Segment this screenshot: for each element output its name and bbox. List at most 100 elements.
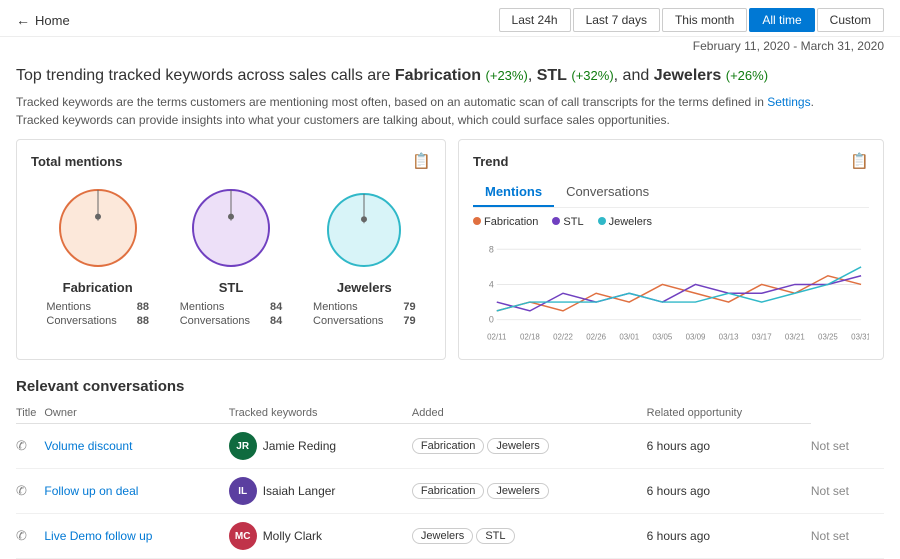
copy-icon-mentions[interactable]: 📋 — [412, 152, 431, 170]
trend-title: Trend — [473, 154, 508, 169]
trend-chart: 0 4 8 02/11 02/18 02/22 02/26 03/01 03/05 03/09 03… — [473, 234, 869, 344]
back-label: Home — [35, 13, 70, 28]
svg-text:02/18: 02/18 — [520, 333, 540, 342]
conversation-title[interactable]: Live Demo follow up — [44, 514, 228, 559]
svg-text:03/31: 03/31 — [851, 333, 869, 342]
keyword-1-change: (+23%) — [486, 68, 528, 83]
settings-link[interactable]: Settings — [767, 95, 810, 109]
legend-item: STL — [552, 216, 583, 228]
copy-icon-trend[interactable]: 📋 — [850, 152, 869, 170]
related-opportunity: Not set — [811, 469, 884, 514]
conversation-title[interactable]: Volume discount — [44, 424, 228, 469]
owner-name: Molly Clark — [263, 529, 322, 543]
trend-tab[interactable]: Mentions — [473, 180, 554, 207]
summary-prefix: Top trending tracked keywords across sal… — [16, 67, 395, 84]
conversations-title: Relevant conversations — [16, 378, 884, 395]
trend-panel: Trend 📋 MentionsConversations Fabricatio… — [458, 139, 884, 360]
keyword-3: Jewelers — [654, 67, 722, 84]
added-time: 6 hours ago — [647, 514, 811, 559]
svg-text:03/09: 03/09 — [686, 333, 706, 342]
circle-name: Jewelers — [337, 280, 392, 295]
svg-text:4: 4 — [489, 280, 494, 290]
circle-svg — [183, 180, 279, 276]
svg-text:03/05: 03/05 — [652, 333, 672, 342]
back-link[interactable]: ← Home — [16, 12, 70, 28]
trend-tab[interactable]: Conversations — [554, 180, 661, 207]
owner-cell: IL Isaiah Langer — [229, 477, 404, 505]
legend-dot — [473, 217, 481, 225]
legend-item: Fabrication — [473, 216, 538, 228]
time-filters: Last 24hLast 7 daysThis monthAll timeCus… — [499, 8, 884, 32]
keyword-1: Fabrication — [395, 67, 481, 84]
legend-item: Jewelers — [598, 216, 652, 228]
tracked-keywords-cell: JewelersSTL — [412, 514, 647, 559]
table-row: ✆ Follow up on deal IL Isaiah Langer Fabr… — [16, 469, 884, 514]
time-filter-btn[interactable]: Custom — [817, 8, 884, 32]
table-row: ✆ Live Demo follow up MC Molly Clark Jewe… — [16, 514, 884, 559]
time-filter-btn[interactable]: Last 24h — [499, 8, 571, 32]
keyword-tag: STL — [476, 528, 514, 544]
summary-desc: Tracked keywords are the terms customers… — [16, 93, 884, 129]
circle-item: STL Mentions84 Conversations84 — [178, 180, 285, 329]
desc-line1: Tracked keywords are the terms customers… — [16, 95, 767, 109]
avatar: JR — [229, 432, 257, 460]
related-opportunity: Not set — [811, 514, 884, 559]
owner-name: Isaiah Langer — [263, 484, 336, 498]
table-row: ✆ Volume discount JR Jamie Reding Fabrica… — [16, 424, 884, 469]
keyword-2-change: (+32%) — [571, 68, 613, 83]
circle-stats: Mentions88 Conversations88 — [44, 299, 151, 329]
tracked-keywords-cell: FabricationJewelers — [412, 424, 647, 469]
comma-2: , and — [614, 67, 654, 84]
keyword-tag: Jewelers — [487, 438, 548, 454]
circle-svg — [50, 180, 146, 276]
time-filter-btn[interactable]: This month — [662, 8, 747, 32]
circles-row: Fabrication Mentions88 Conversations88 S… — [31, 180, 431, 329]
circle-item: Fabrication Mentions88 Conversations88 — [44, 180, 151, 329]
svg-text:03/21: 03/21 — [785, 333, 805, 342]
conversations-section: Relevant conversations TitleOwnerTracked… — [0, 370, 900, 559]
total-mentions-panel: Total mentions 📋 Fabrication Mentions88 … — [16, 139, 446, 360]
circle-item: Jewelers Mentions79 Conversations79 — [311, 184, 418, 329]
circle-name: STL — [219, 280, 244, 295]
summary-title: Top trending tracked keywords across sal… — [16, 65, 884, 87]
svg-text:0: 0 — [489, 315, 494, 325]
table-column-header: Title — [16, 403, 44, 424]
circle-stats: Mentions84 Conversations84 — [178, 299, 285, 329]
svg-text:8: 8 — [489, 245, 494, 255]
table-column-header: Related opportunity — [647, 403, 811, 424]
phone-icon: ✆ — [16, 528, 27, 543]
top-bar: ← Home Last 24hLast 7 daysThis monthAll … — [0, 0, 900, 37]
avatar: MC — [229, 522, 257, 550]
date-range: February 11, 2020 - March 31, 2020 — [0, 37, 900, 59]
svg-text:02/22: 02/22 — [553, 333, 573, 342]
svg-text:02/26: 02/26 — [586, 333, 606, 342]
owner-cell: JR Jamie Reding — [229, 432, 404, 460]
svg-text:02/11: 02/11 — [487, 333, 507, 342]
phone-icon: ✆ — [16, 483, 27, 498]
keyword-3-change: (+26%) — [726, 68, 768, 83]
circle-svg — [318, 184, 410, 276]
time-filter-btn[interactable]: All time — [749, 8, 814, 32]
tracked-keywords-cell: FabricationJewelers — [412, 469, 647, 514]
keyword-tag: Fabrication — [412, 483, 484, 499]
owner-name: Jamie Reding — [263, 439, 336, 453]
keyword-tag: Jewelers — [412, 528, 473, 544]
added-time: 6 hours ago — [647, 469, 811, 514]
phone-icon: ✆ — [16, 438, 27, 453]
panel-header-trend: Trend 📋 — [473, 152, 869, 170]
added-time: 6 hours ago — [647, 424, 811, 469]
conversations-table: TitleOwnerTracked keywordsAddedRelated o… — [16, 403, 884, 559]
comma-1: , — [528, 67, 537, 84]
owner-cell: MC Molly Clark — [229, 522, 404, 550]
svg-text:03/25: 03/25 — [818, 333, 838, 342]
table-column-header: Owner — [44, 403, 228, 424]
conversation-title[interactable]: Follow up on deal — [44, 469, 228, 514]
svg-text:03/01: 03/01 — [619, 333, 639, 342]
svg-text:03/17: 03/17 — [752, 333, 772, 342]
legend-dot — [552, 217, 560, 225]
circle-name: Fabrication — [63, 280, 133, 295]
related-opportunity: Not set — [811, 424, 884, 469]
chart-legend: Fabrication STL Jewelers — [473, 216, 869, 228]
time-filter-btn[interactable]: Last 7 days — [573, 8, 660, 32]
desc-line3: Tracked keywords can provide insights in… — [16, 113, 670, 127]
